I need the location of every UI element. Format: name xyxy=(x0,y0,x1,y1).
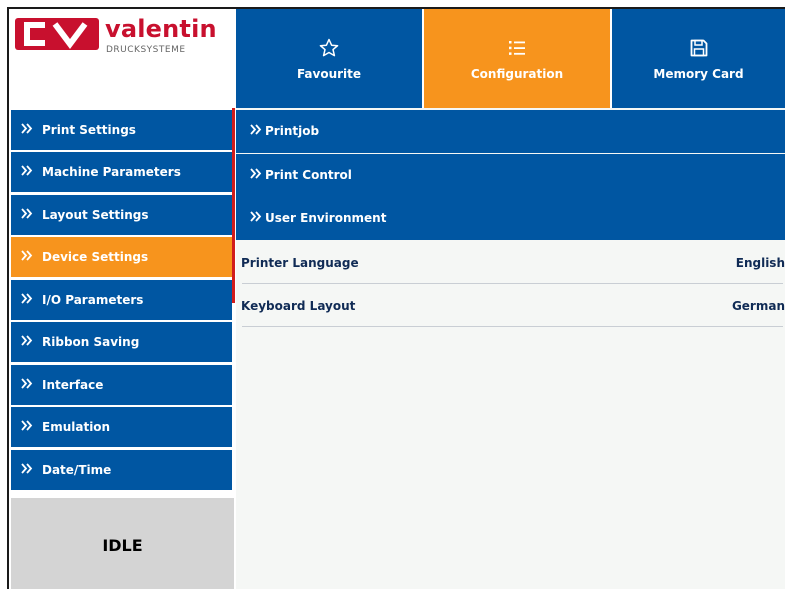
tab-favourite[interactable]: Favourite xyxy=(236,9,422,108)
double-chevron-right-icon xyxy=(250,124,262,138)
sidebar-item-label: Layout Settings xyxy=(42,208,149,222)
double-chevron-right-icon xyxy=(21,165,33,179)
sidebar-item-label: Device Settings xyxy=(42,250,149,264)
double-chevron-right-icon xyxy=(21,208,33,222)
setting-value: German xyxy=(731,299,785,313)
row-divider xyxy=(242,326,783,327)
double-chevron-right-icon xyxy=(21,293,33,307)
double-chevron-right-icon xyxy=(21,420,33,434)
group-printjob[interactable]: Printjob xyxy=(236,110,785,153)
star-icon xyxy=(319,38,339,62)
tab-configuration[interactable]: Configuration xyxy=(424,9,610,108)
double-chevron-right-icon xyxy=(250,168,262,182)
list-icon xyxy=(507,38,527,62)
logo-subtitle: DRUCKSYSTEME xyxy=(106,45,186,55)
tab-memory-card[interactable]: Memory Card xyxy=(612,9,785,108)
status-panel: IDLE xyxy=(11,498,234,589)
sidebar-item-label: Interface xyxy=(42,378,104,392)
sidebar-item-io-parameters[interactable]: I/O Parameters xyxy=(11,280,232,320)
setting-label: Keyboard Layout xyxy=(241,299,356,313)
double-chevron-right-icon xyxy=(21,463,33,477)
sidebar-item-print-settings[interactable]: Print Settings xyxy=(11,110,232,150)
cv-logo-icon xyxy=(15,18,99,50)
sidebar-item-date-time[interactable]: Date/Time xyxy=(11,450,232,490)
sidebar-item-label: I/O Parameters xyxy=(42,293,144,307)
sidebar-item-device-settings[interactable]: Device Settings xyxy=(11,237,232,277)
sidebar-item-label: Date/Time xyxy=(42,463,112,477)
status-text: IDLE xyxy=(102,536,143,555)
tab-label: Configuration xyxy=(470,67,564,81)
logo: valentin DRUCKSYSTEME xyxy=(9,9,236,108)
double-chevron-right-icon xyxy=(21,335,33,349)
main-content: Printjob Print Control User Environment … xyxy=(236,108,785,589)
group-label: User Environment xyxy=(265,211,387,225)
sidebar-item-label: Ribbon Saving xyxy=(42,335,140,349)
floppy-disk-icon xyxy=(689,38,709,62)
setting-label: Printer Language xyxy=(241,256,359,270)
logo-name: valentin xyxy=(105,15,217,43)
group-user-environment[interactable]: User Environment xyxy=(236,197,785,240)
sidebar-item-emulation[interactable]: Emulation xyxy=(11,407,232,447)
setting-row-keyboard-layout[interactable]: Keyboard Layout German xyxy=(236,284,785,327)
group-label: Print Control xyxy=(265,168,352,182)
sidebar-item-layout-settings[interactable]: Layout Settings xyxy=(11,195,232,235)
group-label: Printjob xyxy=(265,124,320,138)
sidebar-item-label: Machine Parameters xyxy=(42,165,181,179)
setting-row-printer-language[interactable]: Printer Language English xyxy=(236,241,785,284)
top-tab-bar: Favourite Configuration Memory Card xyxy=(236,9,785,108)
double-chevron-right-icon xyxy=(21,250,33,264)
sidebar-item-machine-parameters[interactable]: Machine Parameters xyxy=(11,152,232,192)
sidebar-item-label: Print Settings xyxy=(42,123,136,137)
group-print-control[interactable]: Print Control xyxy=(236,154,785,197)
double-chevron-right-icon xyxy=(250,211,262,225)
double-chevron-right-icon xyxy=(21,123,33,137)
double-chevron-right-icon xyxy=(21,378,33,392)
tab-label: Memory Card xyxy=(653,67,744,81)
sidebar-item-label: Emulation xyxy=(42,420,111,434)
sidebar-item-ribbon-saving[interactable]: Ribbon Saving xyxy=(11,322,232,362)
tab-label: Favourite xyxy=(296,67,362,81)
sidebar-item-interface[interactable]: Interface xyxy=(11,365,232,405)
scroll-indicator xyxy=(232,108,235,303)
setting-value: English xyxy=(735,256,785,270)
